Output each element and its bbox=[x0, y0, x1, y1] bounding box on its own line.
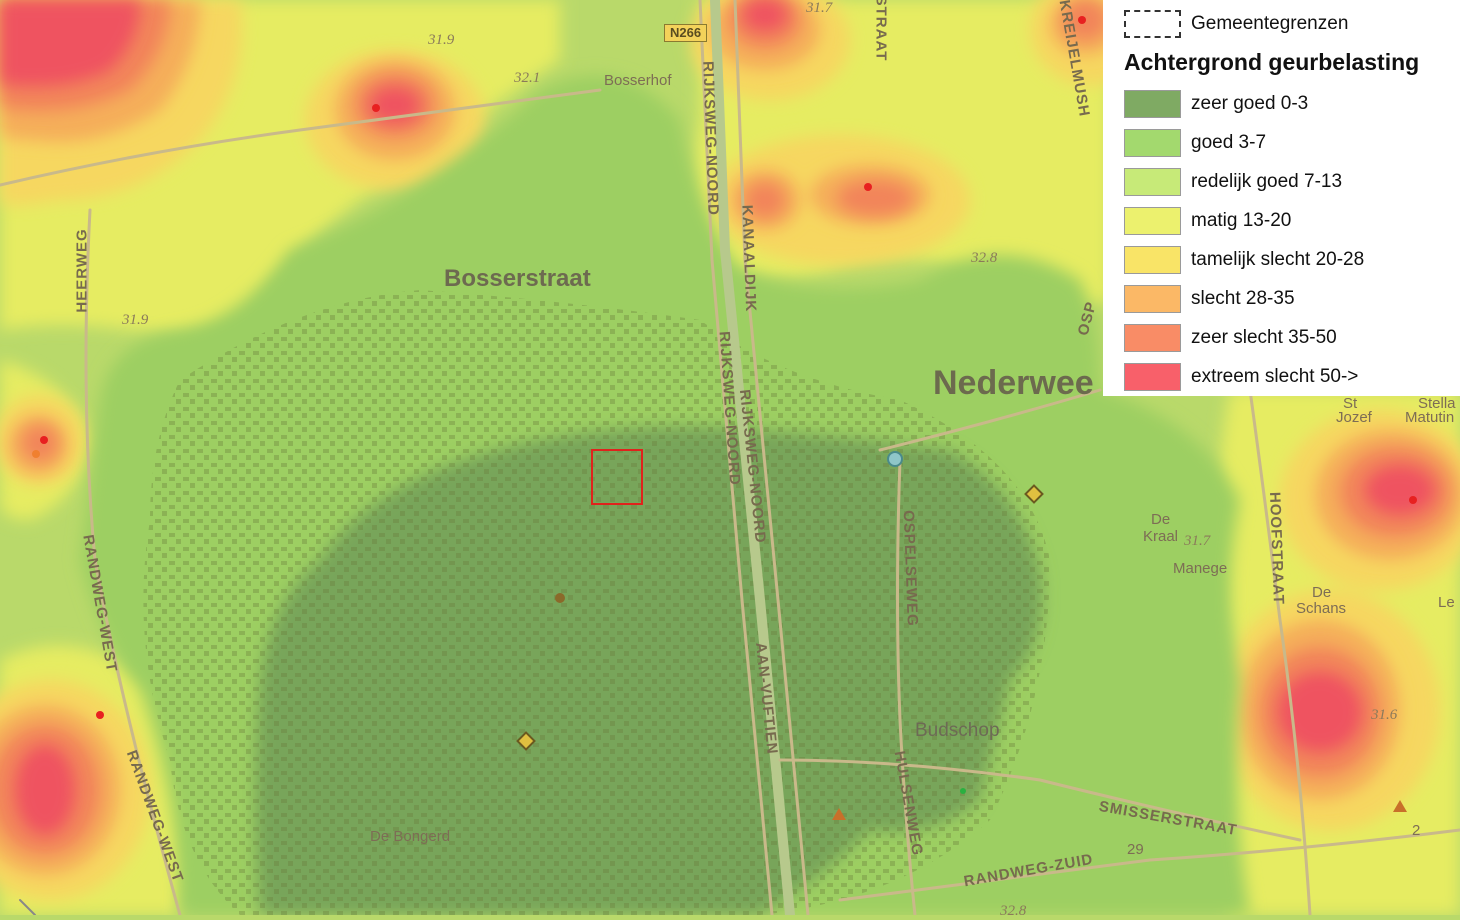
legend-boundary-swatch bbox=[1124, 10, 1181, 38]
location-marker bbox=[591, 449, 643, 505]
legend-title: Achtergrond geurbelasting bbox=[1124, 49, 1420, 75]
place-label-de-bongerd: De Bongerd bbox=[370, 828, 451, 845]
height-label-8: 32.8 bbox=[1000, 903, 1027, 919]
map-number-2: 2 bbox=[1412, 822, 1421, 839]
legend-class-label: redelijk goed 7-13 bbox=[1191, 171, 1343, 192]
legend-class-swatch bbox=[1124, 363, 1181, 391]
legend-class-row: extreem slecht 50-> bbox=[1124, 362, 1358, 392]
place-label-bosserstraat: Bosserstraat bbox=[444, 265, 591, 292]
height-label-6: 31.7 bbox=[1184, 533, 1211, 549]
legend-class-label: slecht 28-35 bbox=[1191, 288, 1295, 309]
map-legend: Gemeentegrenzen Achtergrond geurbelastin… bbox=[1103, 0, 1460, 396]
legend-class-label: extreem slecht 50-> bbox=[1191, 366, 1359, 387]
place-label-manege: Manege bbox=[1173, 560, 1228, 577]
legend-class-row: zeer slecht 35-50 bbox=[1124, 323, 1337, 353]
legend-class-label: zeer slecht 35-50 bbox=[1191, 327, 1337, 348]
legend-class-label: zeer goed 0-3 bbox=[1191, 93, 1309, 114]
legend-class-label: tamelijk slecht 20-28 bbox=[1191, 249, 1365, 270]
place-label-de-kraal-1: De bbox=[1151, 511, 1171, 528]
place-label-de-schans-1: De bbox=[1312, 584, 1332, 601]
place-label-de-schans-2: Schans bbox=[1296, 600, 1347, 617]
legend-class-row: matig 13-20 bbox=[1124, 206, 1291, 236]
road-label-heerweg: HEERWEG bbox=[73, 228, 91, 313]
place-label-de-kraal-2: Kraal bbox=[1143, 528, 1179, 545]
height-label-5: 32.8 bbox=[971, 250, 998, 266]
legend-class-swatch bbox=[1124, 168, 1181, 196]
legend-class-swatch bbox=[1124, 246, 1181, 274]
legend-class-row: slecht 28-35 bbox=[1124, 284, 1295, 314]
legend-class-swatch bbox=[1124, 207, 1181, 235]
legend-class-row: zeer goed 0-3 bbox=[1124, 89, 1308, 119]
legend-class-label: goed 3-7 bbox=[1191, 132, 1267, 153]
height-label-7: 31.6 bbox=[1371, 707, 1398, 723]
height-label-1: 31.9 bbox=[428, 32, 455, 48]
map-number-29: 29 bbox=[1127, 841, 1144, 858]
legend-class-swatch bbox=[1124, 285, 1181, 313]
legend-class-row: tamelijk slecht 20-28 bbox=[1124, 245, 1364, 275]
place-label-budschop: Budschop bbox=[915, 720, 1000, 741]
legend-class-swatch bbox=[1124, 324, 1181, 352]
legend-class-swatch bbox=[1124, 90, 1181, 118]
place-label-le: Le bbox=[1438, 594, 1455, 611]
height-label-4: 31.7 bbox=[806, 0, 833, 16]
place-label-nederweert: Nederwee bbox=[933, 364, 1094, 402]
height-label-3: 31.9 bbox=[122, 312, 149, 328]
road-shield-n266: N266 bbox=[664, 24, 708, 42]
legend-class-swatch bbox=[1124, 129, 1181, 157]
legend-class-label: matig 13-20 bbox=[1191, 210, 1292, 231]
legend-boundary-row: Gemeentegrenzen bbox=[1124, 9, 1348, 39]
legend-boundary-label: Gemeentegrenzen bbox=[1191, 13, 1349, 34]
legend-class-row: redelijk goed 7-13 bbox=[1124, 167, 1342, 197]
legend-class-row: goed 3-7 bbox=[1124, 128, 1266, 158]
place-label-bosserhof: Bosserhof bbox=[604, 72, 672, 89]
place-label-st-jozef-2: Jozef bbox=[1336, 409, 1372, 426]
height-label-2: 32.1 bbox=[514, 70, 541, 86]
place-label-stella-2: Matutin bbox=[1405, 409, 1455, 426]
road-label-straat-top: STRAAT bbox=[872, 0, 890, 62]
